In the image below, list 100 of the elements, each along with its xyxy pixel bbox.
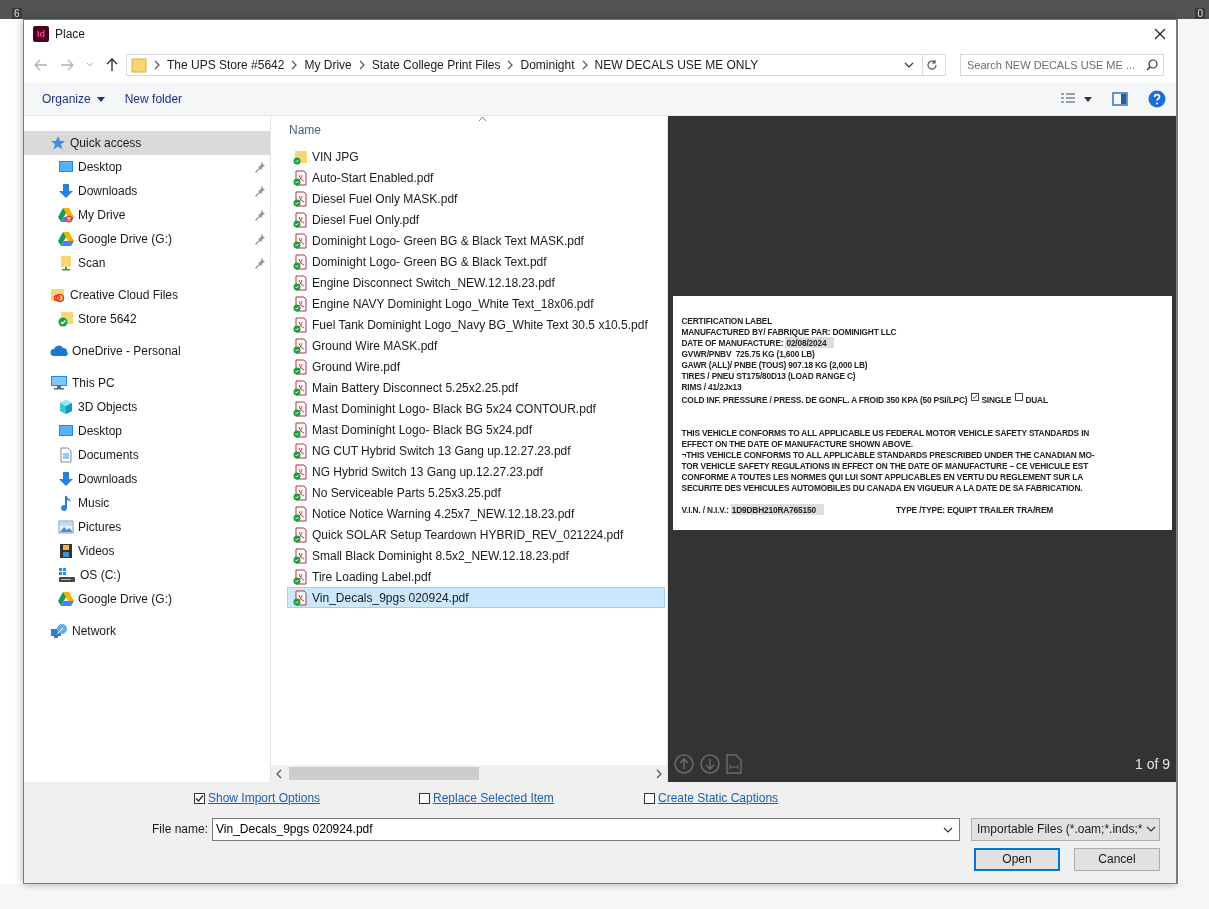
sidebar-item[interactable]: 3D Objects (24, 395, 270, 419)
sidebar-item[interactable]: Pictures (24, 515, 270, 539)
file-item[interactable]: Mast Dominight Logo- Black BG 5x24.pdf (287, 419, 665, 440)
caret-icon (86, 62, 94, 68)
sidebar-item[interactable]: Videos (24, 539, 270, 563)
sidebar-item[interactable]: Store 5642 (24, 307, 270, 331)
fit-page-icon (726, 754, 742, 774)
file-item[interactable]: Diesel Fuel Only.pdf (287, 209, 665, 230)
breadcrumb-item[interactable]: Dominight (520, 58, 575, 72)
scan-folder-icon (58, 255, 74, 271)
ruler-number: 6 (12, 8, 22, 19)
file-item[interactable]: NG CUT Hybrid Switch 13 Gang up.12.27.23.pdf (287, 440, 665, 461)
download-arrow-icon (58, 183, 74, 199)
sidebar-item[interactable]: OneDrive - Personal (24, 339, 270, 363)
option-link[interactable]: Create Static Captions (658, 791, 779, 805)
back-arrow-icon (34, 59, 48, 71)
sidebar-item[interactable]: This PC (24, 371, 270, 395)
film-strip-icon (58, 543, 74, 559)
previous-page-icon (674, 754, 694, 774)
open-button[interactable]: Open (974, 847, 1060, 871)
sidebar-item[interactable]: Google Drive (G:) (24, 587, 270, 611)
cloud-icon (50, 345, 68, 357)
label-line: COLD INF. PRESSURE / PRESS. DE GONFL. A FROID 350 KPA (50 PSI/LPC) SINGLE DUAL (681, 393, 1049, 406)
file-item[interactable]: Fuel Tank Dominight Logo_Navy BG_White Text 30.5 x10.5.pdf (287, 314, 665, 335)
field-label: File name: (152, 822, 209, 836)
option-link[interactable]: Replace Selected Item (433, 791, 554, 805)
sidebar-item[interactable]: Downloads (24, 179, 270, 203)
sidebar-item[interactable]: Documents (24, 443, 270, 467)
file-item[interactable]: Notice Notice Warning 4.25x7_NEW.12.18.23.pdf (287, 503, 665, 524)
file-item[interactable]: Small Black Dominight 8.5x2_NEW.12.18.23.pdf (287, 545, 665, 566)
sidebar-item[interactable]: Desktop (24, 419, 270, 443)
organize-button[interactable]: Organize (36, 89, 111, 109)
drive-triangle-icon (58, 231, 74, 247)
desktop-icon (58, 159, 74, 175)
file-item[interactable]: Vin_Decals_9pgs 020924.pdf (287, 587, 665, 608)
breadcrumb-item[interactable]: State College Print Files (371, 58, 501, 72)
sidebar-item[interactable]: Downloads (24, 467, 270, 491)
checkbox[interactable] (644, 792, 655, 804)
file-item[interactable]: Auto-Start Enabled.pdf (287, 167, 665, 188)
page-indicator: 1 of 9 (1134, 756, 1170, 772)
sidebar-item[interactable]: My Drive (24, 203, 270, 227)
download-arrow-icon (58, 471, 74, 487)
scroll-left-icon (275, 768, 283, 779)
sidebar-item[interactable]: Quick access (24, 131, 270, 155)
pdf-file-icon (292, 190, 308, 207)
new-folder-button[interactable]: New folder (118, 89, 189, 109)
file-item[interactable]: No Serviceable Parts 5.25x3.25.pdf (287, 482, 665, 503)
column-header[interactable]: Name (289, 123, 321, 137)
file-type-dropdown[interactable]: Importable Files (*.oam;*.inds;* (971, 817, 1161, 841)
breadcrumb-item[interactable]: The UPS Store #5642 (167, 58, 285, 72)
synced-folder-icon (292, 148, 308, 165)
sidebar-item[interactable]: OS (C:) (24, 563, 270, 587)
option-link[interactable]: Show Import Options (208, 791, 321, 805)
scroll-right-icon (655, 768, 663, 779)
breadcrumb-item[interactable]: My Drive (304, 58, 352, 72)
file-item[interactable]: Tire Loading Label.pdf (287, 566, 665, 587)
help-icon (1148, 90, 1166, 108)
cancel-button[interactable]: Cancel (1074, 847, 1160, 871)
file-item[interactable]: Diesel Fuel Only MASK.pdf (287, 188, 665, 209)
sidebar-item[interactable]: Desktop (24, 155, 270, 179)
pdf-file-icon (292, 442, 308, 459)
checkbox[interactable] (419, 792, 430, 804)
sidebar-item[interactable]: Google Drive (G:) (24, 227, 270, 251)
pdf-file-icon (292, 169, 308, 186)
file-item[interactable]: Ground Wire.pdf (287, 356, 665, 377)
pdf-file-icon (292, 526, 308, 543)
search-icon (1146, 59, 1158, 71)
next-page-icon (700, 754, 720, 774)
file-item[interactable]: Quick SOLAR Setup Teardown HYBRID_REV_021224.pdf (287, 524, 665, 545)
label-line: RIMS / 41/2Jx13 (681, 382, 743, 393)
file-item[interactable]: Main Battery Disconnect 5.25x2.25.pdf (287, 377, 665, 398)
up-arrow-icon (106, 58, 118, 72)
dropdown-caret-icon (943, 826, 954, 833)
synced-folder-icon (58, 311, 74, 327)
file-item[interactable]: Ground Wire MASK.pdf (287, 335, 665, 356)
pdf-file-icon (292, 547, 308, 564)
address-bar[interactable]: The UPS Store #5642 My Drive State College Print Files Dominight NEW DECALS USE ME ONLY (126, 54, 946, 76)
chevron-icon (153, 60, 161, 70)
pdf-file-icon (292, 232, 308, 249)
chevron-icon (580, 60, 589, 70)
file-item[interactable]: VIN JPG (287, 146, 665, 167)
pdf-file-icon (292, 211, 308, 228)
file-item[interactable]: Engine Disconnect Switch_NEW.12.18.23.pdf (287, 272, 665, 293)
sidebar-item[interactable]: Creative Cloud Files (24, 283, 270, 307)
checkbox[interactable] (194, 792, 205, 804)
pdf-file-icon (292, 295, 308, 312)
sidebar-item[interactable]: Scan (24, 251, 270, 275)
scrollbar-thumb[interactable] (289, 767, 479, 780)
sidebar-item[interactable]: Network (24, 619, 270, 643)
sidebar-item[interactable]: Music (24, 491, 270, 515)
cube-icon (58, 399, 74, 415)
file-item[interactable]: Dominight Logo- Green BG & Black Text.pdf (287, 251, 665, 272)
pdf-file-icon (292, 274, 308, 291)
search-field[interactable]: Search NEW DECALS USE ME ... (960, 54, 1164, 76)
breadcrumb-item[interactable]: NEW DECALS USE ME ONLY (594, 58, 759, 72)
file-item[interactable]: Dominight Logo- Green BG & Black Text MASK.pdf (287, 230, 665, 251)
file-item[interactable]: NG Hybrid Switch 13 Gang up.12.27.23.pdf (287, 461, 665, 482)
file-name-field[interactable]: Vin_Decals_9pgs 020924.pdf (212, 817, 961, 841)
file-item[interactable]: Mast Dominight Logo- Black BG 5x24 CONTOUR.pdf (287, 398, 665, 419)
file-item[interactable]: Engine NAVY Dominight Logo_White Text_18x06.pdf (287, 293, 665, 314)
